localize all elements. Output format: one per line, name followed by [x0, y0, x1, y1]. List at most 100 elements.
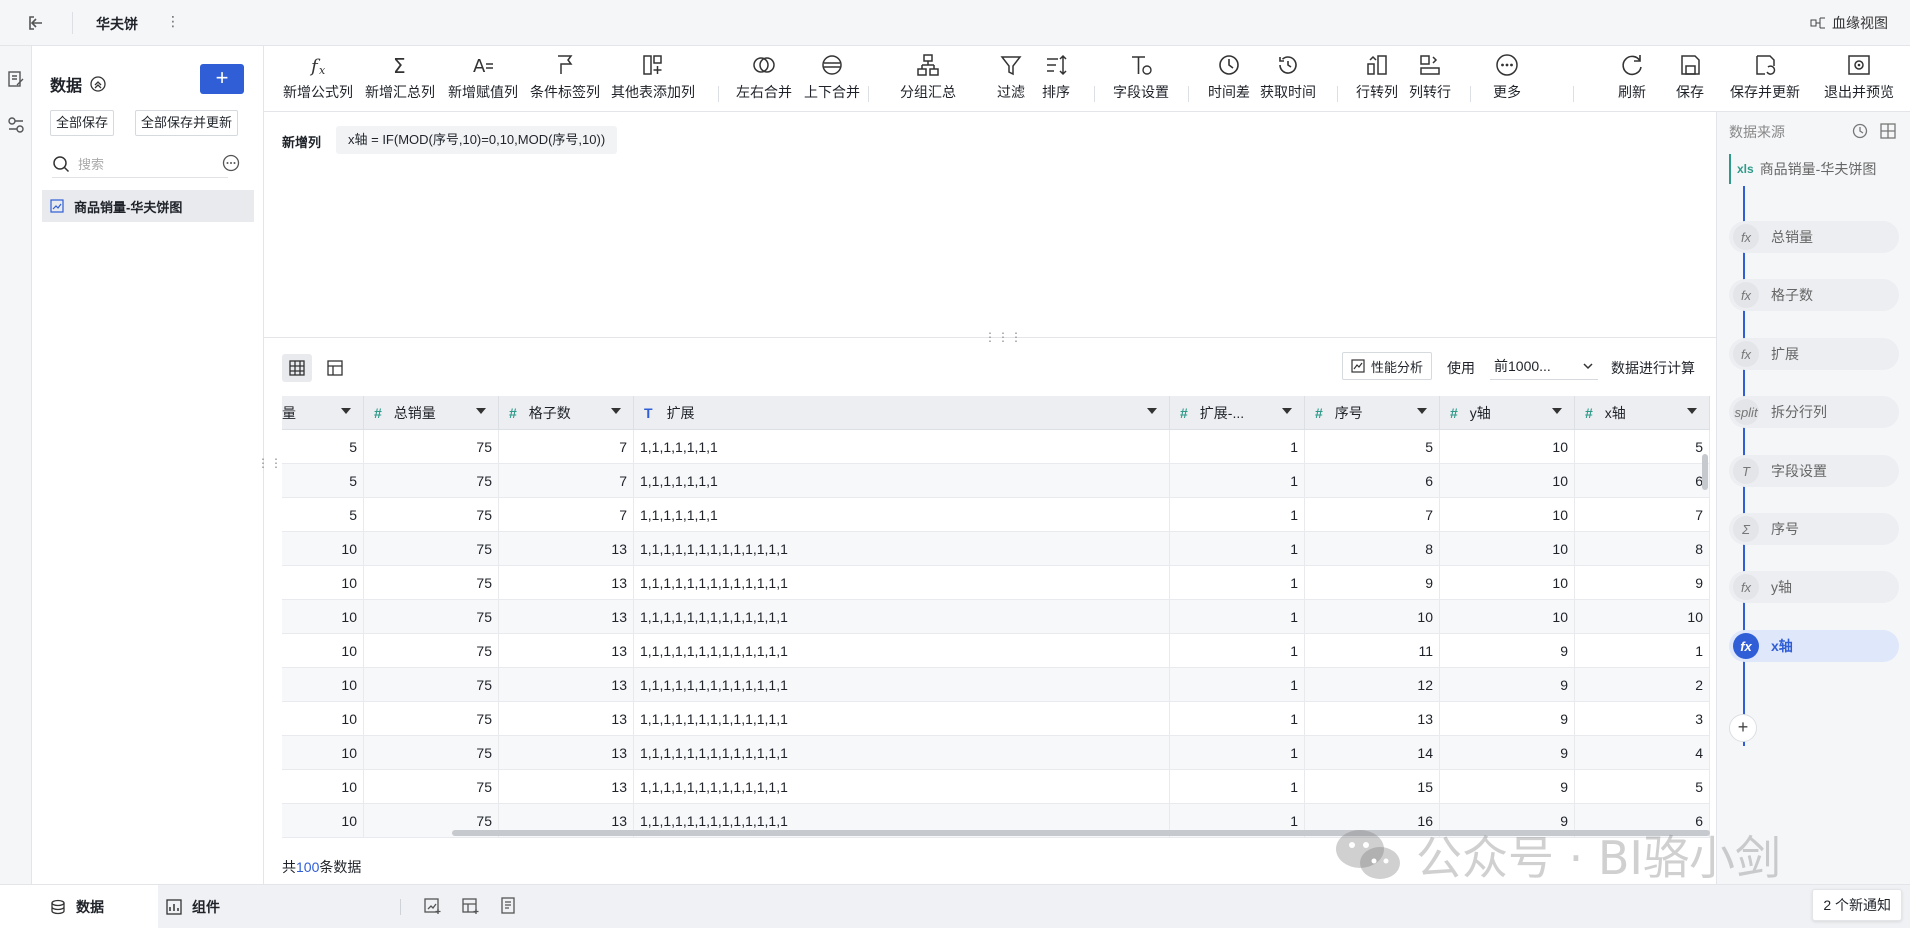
save-all-button[interactable]: 全部保存 [50, 110, 115, 136]
toolbar-clock-button[interactable]: 时间差 [1202, 52, 1256, 102]
table-row[interactable]: 5 75 7 1,1,1,1,1,1,1 1 7 10 7 [282, 498, 1710, 532]
data-edit-icon[interactable] [7, 70, 25, 88]
vertical-scrollbar[interactable] [1702, 454, 1708, 490]
column-header[interactable]: # 总销量 [364, 396, 499, 430]
search-input[interactable]: 搜索 [52, 150, 228, 178]
column-header[interactable]: # y轴 [1440, 396, 1575, 430]
row-limit-select[interactable]: 前1000... [1490, 352, 1598, 380]
tab-components[interactable]: 组件 [166, 885, 220, 928]
notification-badge[interactable]: 2 个新通知 [1812, 889, 1902, 921]
table-cell: 1,1,1,1,1,1,1,1,1,1,1,1,1 [634, 736, 1170, 770]
dataset-item[interactable]: 商品销量-华夫饼图 [42, 190, 254, 222]
toolbar-merge-lr-button[interactable]: 左右合并 [729, 52, 799, 102]
table-row[interactable]: 10 75 13 1,1,1,1,1,1,1,1,1,1,1,1,1 1 15 9 5 [282, 770, 1710, 804]
column-menu-icon[interactable] [476, 408, 486, 414]
more-vertical-icon[interactable]: ⋮ [166, 13, 180, 30]
table-row[interactable]: 10 75 13 1,1,1,1,1,1,1,1,1,1,1,1,1 1 13 9 3 [282, 702, 1710, 736]
step-node[interactable]: fx 格子数 [1729, 279, 1899, 311]
table-row[interactable]: 10 75 13 1,1,1,1,1,1,1,1,1,1,1,1,1 1 8 10 8 [282, 532, 1710, 566]
table-row[interactable]: 10 75 13 1,1,1,1,1,1,1,1,1,1,1,1,1 1 10 10 10 [282, 600, 1710, 634]
performance-analysis-button[interactable]: 性能分析 [1342, 352, 1433, 380]
table-row[interactable]: 10 75 13 1,1,1,1,1,1,1,1,1,1,1,1,1 1 9 10 9 [282, 566, 1710, 600]
toolbar-sigma-button[interactable]: Σ 新增汇总列 [358, 52, 442, 102]
toolbar-refresh-button[interactable]: 刷新 [1612, 52, 1652, 102]
toolbar-flag-button[interactable]: 条件标签列 [523, 52, 607, 102]
dashboard-title: 华夫饼 [96, 16, 138, 32]
step-node[interactable]: fx 总销量 [1729, 221, 1899, 253]
source-node[interactable]: xls 商品销量-华夫饼图 [1729, 154, 1899, 184]
table-cell: 10 [1440, 430, 1575, 464]
toolbar-add-column-button[interactable]: 其他表添加列 [605, 52, 701, 102]
toolbar-label: 左右合并 [736, 84, 792, 100]
toolbar-field-settings-button[interactable]: 字段设置 [1106, 52, 1176, 102]
collapse-icon[interactable] [90, 76, 106, 92]
toolbar-save-button[interactable]: 保存 [1670, 52, 1710, 102]
column-header[interactable]: # 扩展-... [1170, 396, 1305, 430]
toolbar-exit-preview-button[interactable]: 退出并预览 [1817, 52, 1901, 102]
toolbar-sort-button[interactable]: 排序 [1035, 52, 1077, 102]
history-icon[interactable] [1851, 122, 1869, 140]
column-menu-icon[interactable] [1282, 408, 1292, 414]
grid-view-button[interactable] [282, 354, 312, 382]
column-header[interactable]: # x轴 [1575, 396, 1710, 430]
toolbar-time-get-button[interactable]: 获取时间 [1253, 52, 1323, 102]
toolbar-more-button[interactable]: 更多 [1487, 52, 1527, 102]
toolbar-merge-ud-button[interactable]: 上下合并 [797, 52, 867, 102]
step-node[interactable]: split 拆分行列 [1729, 396, 1899, 428]
toolbar-label: 条件标签列 [530, 84, 600, 100]
horizontal-scrollbar[interactable] [452, 830, 1710, 836]
toolbar-row-to-col-button[interactable]: 行转列 [1350, 52, 1404, 102]
table-cell: 9 [1440, 634, 1575, 668]
column-header[interactable]: # 序号 [1305, 396, 1440, 430]
toolbar-function-button[interactable]: f x 新增公式列 [276, 52, 360, 102]
expand-icon[interactable] [1879, 122, 1897, 140]
step-node[interactable]: fx x轴 [1729, 630, 1899, 662]
column-menu-icon[interactable] [1552, 408, 1562, 414]
toolbar-group-button[interactable]: 分组汇总 [893, 52, 963, 102]
add-report-icon[interactable] [500, 897, 518, 915]
component-icon[interactable] [7, 116, 25, 134]
step-type-icon: fx [1733, 633, 1759, 659]
column-header[interactable]: 量 [282, 396, 364, 430]
table-cell: 1,1,1,1,1,1,1,1,1,1,1,1,1 [634, 634, 1170, 668]
step-node[interactable]: fx y轴 [1729, 571, 1899, 603]
add-chart-icon[interactable] [424, 897, 442, 915]
column-header[interactable]: T 扩展 [634, 396, 1170, 430]
table-cell: 10 [1305, 600, 1440, 634]
add-dataset-button[interactable]: + [200, 64, 244, 94]
step-type-icon: T [1733, 458, 1759, 484]
save-all-update-button[interactable]: 全部保存并更新 [135, 110, 239, 136]
column-menu-icon[interactable] [1417, 408, 1427, 414]
column-menu-icon[interactable] [1687, 408, 1697, 414]
toolbar-assign-button[interactable]: A 新增赋值列 [441, 52, 525, 102]
add-dashboard-icon[interactable] [462, 897, 480, 915]
formula-field[interactable]: x轴 = IF(MOD(序号,10)=0,10,MOD(序号,10)) [336, 126, 618, 154]
toolbar-filter-button[interactable]: 过滤 [990, 52, 1032, 102]
add-step-button[interactable]: + [1729, 714, 1757, 742]
layout-view-button[interactable] [320, 354, 350, 382]
exit-icon[interactable] [26, 13, 46, 33]
left-resize-grip-icon[interactable]: ⋮⋮ [257, 456, 283, 470]
tab-data[interactable]: 数据 [0, 885, 158, 928]
table-row[interactable]: 5 75 7 1,1,1,1,1,1,1 1 6 10 6 [282, 464, 1710, 498]
step-node[interactable]: Σ 序号 [1729, 513, 1899, 545]
step-label: x轴 [1771, 638, 1793, 654]
toolbar-col-to-row-button[interactable]: 列转行 [1403, 52, 1457, 102]
table-row[interactable]: 10 75 13 1,1,1,1,1,1,1,1,1,1,1,1,1 1 14 9 4 [282, 736, 1710, 770]
toolbar-divider [1094, 86, 1095, 102]
step-node[interactable]: T 字段设置 [1729, 455, 1899, 487]
toolbar-save-update-button[interactable]: 保存并更新 [1723, 52, 1807, 102]
table-row[interactable]: 10 75 13 1,1,1,1,1,1,1,1,1,1,1,1,1 1 11 9 1 [282, 634, 1710, 668]
column-menu-icon[interactable] [341, 408, 351, 414]
more-options-icon[interactable] [222, 154, 240, 172]
column-header[interactable]: # 格子数 [499, 396, 634, 430]
column-menu-icon[interactable] [611, 408, 621, 414]
table-row[interactable]: 10 75 13 1,1,1,1,1,1,1,1,1,1,1,1,1 1 12 9 2 [282, 668, 1710, 702]
step-node[interactable]: fx 扩展 [1729, 338, 1899, 370]
table-cell: 1,1,1,1,1,1,1,1,1,1,1,1,1 [634, 702, 1170, 736]
table-cell: 7 [499, 430, 634, 464]
column-menu-icon[interactable] [1147, 408, 1157, 414]
splitter-grip-icon[interactable]: ⋮⋮⋮ [984, 330, 1023, 344]
table-row[interactable]: 5 75 7 1,1,1,1,1,1,1 1 5 10 5 [282, 430, 1710, 464]
lineage-view-button[interactable]: 血缘视图 [1810, 13, 1888, 33]
